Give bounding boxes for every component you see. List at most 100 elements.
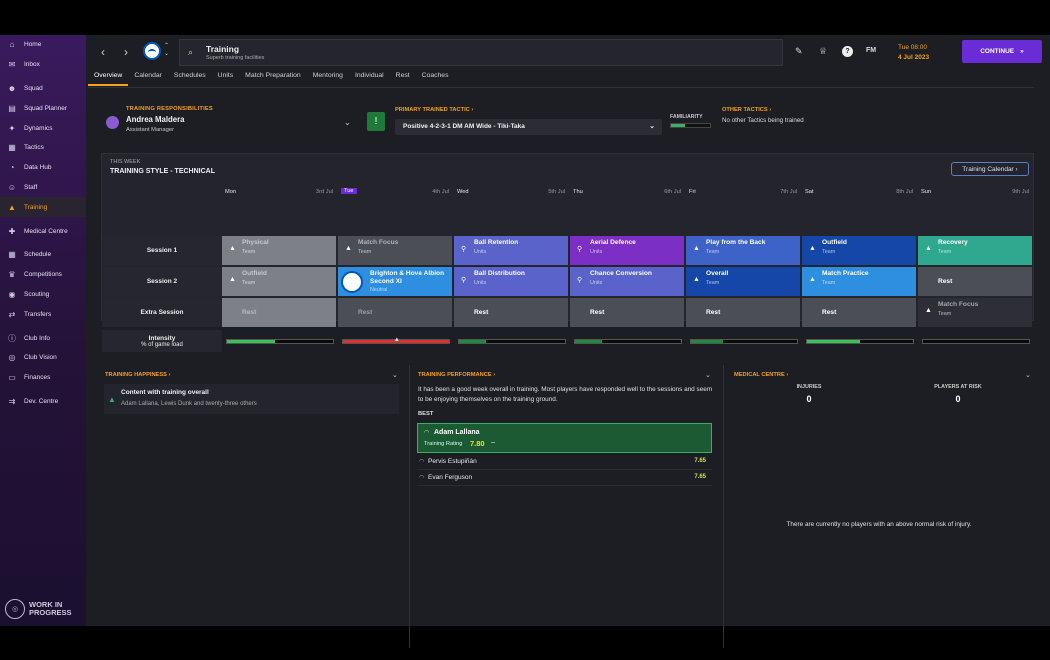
chevron-down-icon[interactable]: ⌄ [705,371,711,379]
tab-overview[interactable]: Overview [88,72,129,86]
sidebar-item-schedule[interactable]: ▦ Schedule [0,245,86,265]
edit-icon[interactable]: ✎ [795,46,803,57]
intensity-bar: ▲ [342,337,450,344]
session-cell[interactable]: ⚲ Chance Conversion Units [570,267,684,296]
sidebar-item-inbox[interactable]: ✉ Inbox [0,55,86,75]
session-cell[interactable]: Rest [454,298,568,327]
search-icon[interactable]: ⌕ [188,47,193,58]
primary-tactic-select[interactable]: Positive 4-2-3-1 DM AM Wide - Tiki-Taka … [395,119,662,135]
sidebar-item-squad[interactable]: ☻ Squad [0,79,86,99]
game-load-label: % of game load [141,341,183,348]
session-cell[interactable]: ▲ Outfield Team [222,267,336,296]
best-player-row[interactable]: ◠ Adam Lallana Training Rating 7.80 – [417,423,712,453]
session-cell[interactable]: Rest [338,298,452,327]
session-cell[interactable]: ▲ Play from the Back Team [686,236,800,265]
tab-units[interactable]: Units [212,72,240,86]
day-date: 8th Jul [896,189,913,195]
session-cell[interactable]: Rest [918,267,1032,296]
tab-calendar[interactable]: Calendar [128,72,168,86]
intensity-bar [458,339,566,344]
sidebar-item-scouting[interactable]: ◉ Scouting [0,285,86,305]
game-day: 4 Jul 2023 [898,54,930,61]
tab-match-preparation[interactable]: Match Preparation [239,72,307,86]
performance-row[interactable]: ◠ Pervis Estupiñán 7.65 [417,456,712,470]
sidebar-item-label: Data Hub [24,164,52,172]
top-bar: ‹ › ⌃ ⌄ ⌕ Training Superb training facili… [88,39,1050,67]
help-icon[interactable]: ? [842,46,853,57]
day-name: Sat [805,189,814,195]
player-icon: ◠ [419,475,425,481]
training-calendar-button[interactable]: Training Calendar › [951,162,1029,176]
other-tactics-label[interactable]: OTHER TACTICS › [722,107,771,113]
player-rating: 7.65 [694,474,706,480]
sidebar-item-club-vision[interactable]: ◎ Club Vision [0,348,86,368]
training-rating-label: Training Rating [424,441,463,447]
club-badge-icon[interactable] [143,42,161,60]
chevron-down-icon[interactable]: ⌄ [344,118,351,127]
session-cell[interactable]: ▲ Overall Team [686,267,800,296]
session-cell[interactable]: ▲ Outfield Team [802,236,916,265]
session-group: Team [358,248,372,255]
row-label-intensity: Intensity % of game load [102,330,222,352]
trophy-icon[interactable]: ♕ [819,46,827,57]
session-cell[interactable]: ▲ Recovery Team [918,236,1032,265]
club-switch-icon[interactable]: ⌃ ⌄ [164,42,169,58]
sidebar-item-medical-centre[interactable]: ✚ Medical Centre [0,221,86,241]
fm-menu-button[interactable]: FM [866,47,876,54]
training-happiness-title[interactable]: TRAINING HAPPINESS › [105,372,170,378]
primary-tactic-label[interactable]: PRIMARY TRAINED TACTIC › [395,107,473,113]
performance-row[interactable]: ◠ Evan Ferguson 7.65 [417,472,712,486]
sidebar-item-finances[interactable]: ▭ Finances [0,368,86,388]
title-box[interactable]: ⌕ Training Superb training facilities [179,39,783,66]
continue-button[interactable]: CONTINUE » [962,40,1042,63]
sidebar-item-tactics[interactable]: ▦ Tactics [0,138,86,158]
back-button[interactable]: ‹ [94,43,112,61]
sidebar-item-club-info[interactable]: ⓘ Club Info [0,328,86,348]
tab-individual[interactable]: Individual [349,72,390,86]
session-group: Team [242,279,256,286]
sidebar-item-staff[interactable]: ☺ Staff [0,178,86,198]
session-cell[interactable]: Rest [802,298,916,327]
transfers-icon: ⇄ [8,309,16,319]
session-cell[interactable]: ⚲ Ball Distribution Units [454,267,568,296]
responsibilities-label[interactable]: TRAINING RESPONSIBILITIES [126,106,213,112]
medical-note: There are currently no players with an a… [786,521,972,528]
sidebar-item-dynamics[interactable]: ✦ Dynamics [0,118,86,138]
sidebar-item-transfers[interactable]: ⇄ Transfers [0,304,86,324]
session-cell[interactable]: ▲ Physical Team [222,236,336,265]
session-name: Physical [242,239,269,246]
session-cell[interactable]: Rest [686,298,800,327]
session-group: Team [822,279,836,286]
session-cell[interactable]: ▲ Match Focus Team [338,236,452,265]
primary-tactic-value: Positive 4-2-3-1 DM AM Wide - Tiki-Taka [403,123,525,130]
tab-mentoring[interactable]: Mentoring [307,72,349,86]
coach-name[interactable]: Andrea Maldera [126,115,185,124]
session-cell[interactable]: ▲ Match Focus Team [918,298,1032,327]
training-performance-title[interactable]: TRAINING PERFORMANCE › [418,372,495,378]
session-group: Units [590,279,603,286]
sidebar-item-training[interactable]: ▲ Training [0,197,86,218]
forward-button[interactable]: › [117,43,135,61]
sidebar-item-competitions[interactable]: ♛ Competitions [0,265,86,285]
session-cell[interactable]: ⚲ Ball Retention Units [454,236,568,265]
tab-schedules[interactable]: Schedules [168,72,212,86]
double-chevron-right-icon: » [1020,48,1024,55]
session-cell[interactable]: Rest [570,298,684,327]
session-cell[interactable]: ⚲ Aerial Defence Units [570,236,684,265]
session-cell[interactable]: Rest [222,298,336,327]
sidebar-item-data-hub[interactable]: ◔ Data Hub [0,158,86,178]
tab-coaches[interactable]: Coaches [416,72,455,86]
session-cell[interactable]: ▲ Match Practice Team [802,267,916,296]
chevron-down-icon[interactable]: ⌄ [1025,371,1031,379]
familiarity-fill [671,124,685,127]
sidebar-item-squad-planner[interactable]: ▤ Squad Planner [0,98,86,118]
session-cell[interactable]: Brighton & Hove Albion Second XI Neutral [338,267,452,296]
sidebar-item-dev-centre[interactable]: ⇉ Dev. Centre [0,392,86,412]
sidebar-item-home[interactable]: ⌂ Home [0,35,86,55]
chevron-down-icon[interactable]: ⌄ [392,371,398,379]
performance-summary: It has been a good week overall in train… [418,386,713,403]
medical-centre-title[interactable]: MEDICAL CENTRE › [734,372,788,378]
tab-rest[interactable]: Rest [390,72,416,86]
sidebar-item-label: Competitions [24,271,62,279]
happiness-row[interactable]: ▲ Content with training overall Adam Lal… [104,384,399,414]
